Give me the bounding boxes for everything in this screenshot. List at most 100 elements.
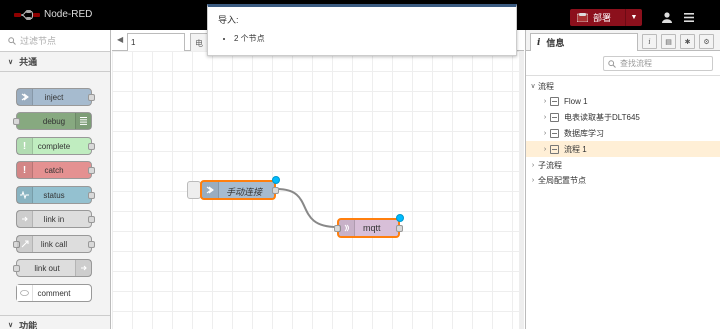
node-label: link call	[40, 239, 68, 249]
tree-flows-header[interactable]: ∨ 流程	[528, 78, 716, 94]
node-label: mqtt	[363, 223, 381, 233]
palette-node-inject[interactable]: inject	[16, 88, 95, 106]
exclamation-icon: !	[17, 138, 33, 154]
link-call-icon	[17, 236, 33, 252]
canvas-scrollbar[interactable]	[519, 51, 524, 329]
output-port[interactable]	[88, 216, 95, 223]
inject-arrow-icon	[202, 182, 219, 198]
palette-filter-input[interactable]: 过滤节点	[20, 34, 56, 47]
tree-item-flow[interactable]: › 数据库学习	[540, 125, 720, 141]
chevron-right-icon: ›	[543, 113, 547, 121]
output-port[interactable]	[88, 241, 95, 248]
category-label: 功能	[19, 320, 38, 329]
app-logo: Node-RED	[14, 9, 92, 20]
palette-node-debug[interactable]: debug	[13, 112, 92, 130]
debug-list-icon	[75, 113, 91, 129]
inject-button[interactable]	[187, 181, 201, 199]
category-label: 共通	[19, 57, 38, 67]
palette-node-complete[interactable]: ! complete	[16, 137, 95, 155]
input-port[interactable]	[13, 265, 20, 272]
search-icon	[608, 59, 616, 68]
tree-label: 子流程	[538, 160, 562, 170]
output-port[interactable]	[88, 143, 95, 150]
bug-icon[interactable]: ✱	[680, 34, 695, 49]
chevron-right-icon: ›	[531, 176, 535, 184]
deploy-options-caret-icon[interactable]: ▼	[625, 9, 642, 26]
tree-global-config-header[interactable]: › 全局配置节点	[528, 172, 716, 188]
inject-arrow-icon	[17, 89, 33, 105]
deploy-icon	[577, 13, 588, 22]
node-label: 手动连接	[226, 187, 263, 197]
palette-category-function[interactable]: ∨ 功能	[0, 315, 110, 329]
sidebar: i 信息 i ▤ ✱ ⚙ 查找流程 ∨ 流程 › Flow 1 › 电表读取基于…	[525, 30, 720, 329]
notification-item: 2 个节点	[234, 33, 506, 44]
palette-node-comment[interactable]: comment	[16, 284, 92, 302]
node-label: debug	[42, 116, 66, 126]
node-red-logo-icon	[14, 9, 40, 20]
search-placeholder: 查找流程	[620, 59, 652, 68]
node-label: status	[43, 190, 65, 200]
palette-node-catch[interactable]: ! catch	[16, 161, 95, 179]
flow-icon	[550, 144, 559, 154]
chevron-right-icon: ›	[543, 97, 547, 105]
workspace-tab-1[interactable]: 1	[127, 33, 185, 51]
info-icon[interactable]: i	[642, 34, 657, 49]
link-out-arrow-icon	[75, 260, 91, 276]
chevron-down-icon: ∨	[8, 58, 14, 66]
node-label: complete	[37, 141, 71, 151]
chevron-down-icon: ∨	[530, 83, 536, 90]
exclamation-icon: !	[17, 162, 33, 178]
book-icon[interactable]: ▤	[661, 34, 676, 49]
changed-badge-icon	[272, 176, 280, 184]
flow-node-mqtt[interactable]: mqtt	[334, 214, 404, 238]
tree-label: 全局配置节点	[538, 175, 586, 185]
output-port[interactable]	[396, 225, 403, 232]
palette-node-status[interactable]: status	[16, 186, 95, 204]
node-palette: 过滤节点 ∨ 共通 inject debug ! complete ! catc…	[0, 30, 111, 329]
input-port[interactable]	[13, 118, 20, 125]
tab-info[interactable]: i 信息	[530, 33, 638, 51]
import-notification[interactable]: 导入: 2 个节点	[207, 4, 517, 56]
palette-node-link-call[interactable]: link call	[13, 235, 95, 253]
tree-item-flow-selected[interactable]: › 流程 1	[526, 141, 720, 157]
tree-label: 电表读取基于DLT645	[564, 112, 640, 122]
chevron-right-icon: ›	[543, 145, 547, 153]
tab-label: 信息	[546, 38, 565, 48]
flow-canvas[interactable]: 手动连接 mqtt	[112, 51, 519, 329]
chevron-down-icon: ∨	[8, 322, 14, 329]
flow-node-inject[interactable]: 手动连接	[200, 176, 280, 200]
flow-icon	[550, 128, 559, 138]
node-label: catch	[44, 165, 64, 175]
tab-label: 1	[131, 38, 136, 47]
tree-label: 数据库学习	[564, 128, 604, 138]
tree-subflows-header[interactable]: › 子流程	[528, 157, 716, 173]
output-port[interactable]	[272, 187, 279, 194]
palette-node-link-in[interactable]: link in	[16, 210, 95, 228]
search-icon	[8, 36, 16, 45]
palette-category-common[interactable]: ∨ 共通	[0, 52, 110, 72]
mqtt-wifi-icon	[339, 220, 355, 236]
deploy-button[interactable]: 部署 ▼	[570, 9, 642, 26]
palette-filter[interactable]: 过滤节点	[0, 30, 110, 52]
comment-bubble-icon	[17, 285, 33, 301]
deploy-main-button[interactable]: 部署	[570, 9, 625, 26]
output-port[interactable]	[88, 94, 95, 101]
deploy-label: 部署	[593, 13, 612, 23]
app-title: Node-RED	[44, 9, 93, 20]
flow-svg	[276, 188, 338, 228]
flow-search-input[interactable]: 查找流程	[603, 56, 713, 71]
notification-list: 2 个节点	[234, 33, 506, 44]
user-icon[interactable]	[657, 9, 677, 26]
output-port[interactable]	[88, 192, 95, 199]
palette-node-link-out[interactable]: link out	[13, 259, 92, 277]
pulse-icon	[17, 187, 33, 203]
tree-item-flow[interactable]: › 电表读取基于DLT645	[540, 109, 720, 125]
sidebar-search-bar: 查找流程	[526, 51, 720, 76]
tree-item-flow[interactable]: › Flow 1	[540, 93, 720, 109]
changed-badge-icon	[396, 214, 404, 222]
tab-scroll-left-icon[interactable]: ◀	[117, 35, 123, 44]
hamburger-menu-icon[interactable]	[679, 9, 699, 26]
output-port[interactable]	[88, 167, 95, 174]
flow-icon	[550, 96, 559, 106]
gear-icon[interactable]: ⚙	[699, 34, 714, 49]
